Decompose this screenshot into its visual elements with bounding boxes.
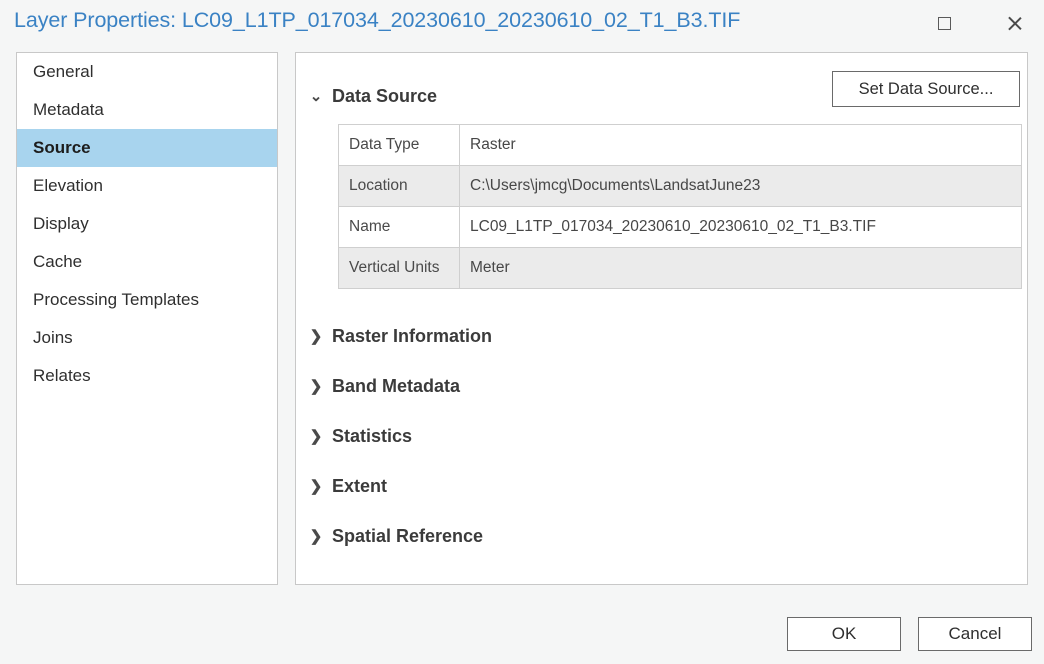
maximize-icon (937, 16, 951, 30)
chevron-right-icon: ❯ (309, 527, 323, 545)
close-button[interactable] (995, 6, 1033, 40)
table-row: Vertical Units Meter (338, 247, 1022, 289)
chevron-right-icon: ❯ (309, 377, 323, 395)
section-header-spatial-reference[interactable]: ❯ Spatial Reference (309, 511, 809, 561)
sidebar-nav: General Metadata Source Elevation Displa… (16, 52, 278, 585)
row-value-data-type: Raster (459, 124, 1022, 166)
page-title: Layer Properties: LC09_L1TP_017034_20230… (14, 8, 741, 32)
row-value-vertical-units: Meter (459, 247, 1022, 289)
section-label-band-metadata: Band Metadata (332, 375, 461, 396)
row-label-location: Location (338, 165, 460, 207)
section-label-raster-information: Raster Information (332, 325, 493, 346)
chevron-right-icon: ❯ (309, 327, 323, 345)
section-label-spatial-reference: Spatial Reference (332, 525, 484, 546)
chevron-down-icon: ⌄ (309, 88, 323, 105)
ok-button[interactable]: OK (787, 617, 901, 651)
section-header-statistics[interactable]: ❯ Statistics (309, 411, 809, 461)
sidebar-item-source[interactable]: Source (17, 129, 277, 167)
collapsed-sections-list: ❯ Raster Information ❯ Band Metadata ❯ S… (309, 311, 809, 561)
row-label-name: Name (338, 206, 460, 248)
section-header-raster-information[interactable]: ❯ Raster Information (309, 311, 809, 361)
table-row: Location C:\Users\jmcg\Documents\Landsat… (338, 165, 1022, 207)
set-data-source-button[interactable]: Set Data Source... (832, 71, 1020, 107)
data-source-properties-table: Data Type Raster Location C:\Users\jmcg\… (338, 124, 1022, 289)
row-value-name: LC09_L1TP_017034_20230610_20230610_02_T1… (459, 206, 1022, 248)
section-label-extent: Extent (332, 475, 388, 496)
sidebar-item-metadata[interactable]: Metadata (17, 91, 277, 129)
section-header-band-metadata[interactable]: ❯ Band Metadata (309, 361, 809, 411)
table-row: Name LC09_L1TP_017034_20230610_20230610_… (338, 206, 1022, 248)
chevron-right-icon: ❯ (309, 427, 323, 445)
chevron-right-icon: ❯ (309, 477, 323, 495)
title-bar: Layer Properties: LC09_L1TP_017034_20230… (0, 0, 1044, 46)
section-label-statistics: Statistics (332, 425, 413, 446)
sidebar-item-relates[interactable]: Relates (17, 357, 277, 395)
data-source-section-header[interactable]: ⌄ Data Source (309, 86, 437, 107)
table-row: Data Type Raster (338, 124, 1022, 166)
section-header-extent[interactable]: ❯ Extent (309, 461, 809, 511)
maximize-button[interactable] (925, 6, 963, 40)
sidebar-item-elevation[interactable]: Elevation (17, 167, 277, 205)
row-value-location: C:\Users\jmcg\Documents\LandsatJune23 (459, 165, 1022, 207)
sidebar-item-cache[interactable]: Cache (17, 243, 277, 281)
source-content-panel: ⌄ Data Source Set Data Source... Data Ty… (295, 52, 1028, 585)
sidebar-item-display[interactable]: Display (17, 205, 277, 243)
sidebar-item-general[interactable]: General (17, 53, 277, 91)
row-label-vertical-units: Vertical Units (338, 247, 460, 289)
cancel-button[interactable]: Cancel (918, 617, 1032, 651)
data-source-section-label: Data Source (332, 86, 438, 106)
row-label-data-type: Data Type (338, 124, 460, 166)
close-icon (1006, 15, 1023, 32)
sidebar-item-processing-templates[interactable]: Processing Templates (17, 281, 277, 319)
sidebar-item-joins[interactable]: Joins (17, 319, 277, 357)
